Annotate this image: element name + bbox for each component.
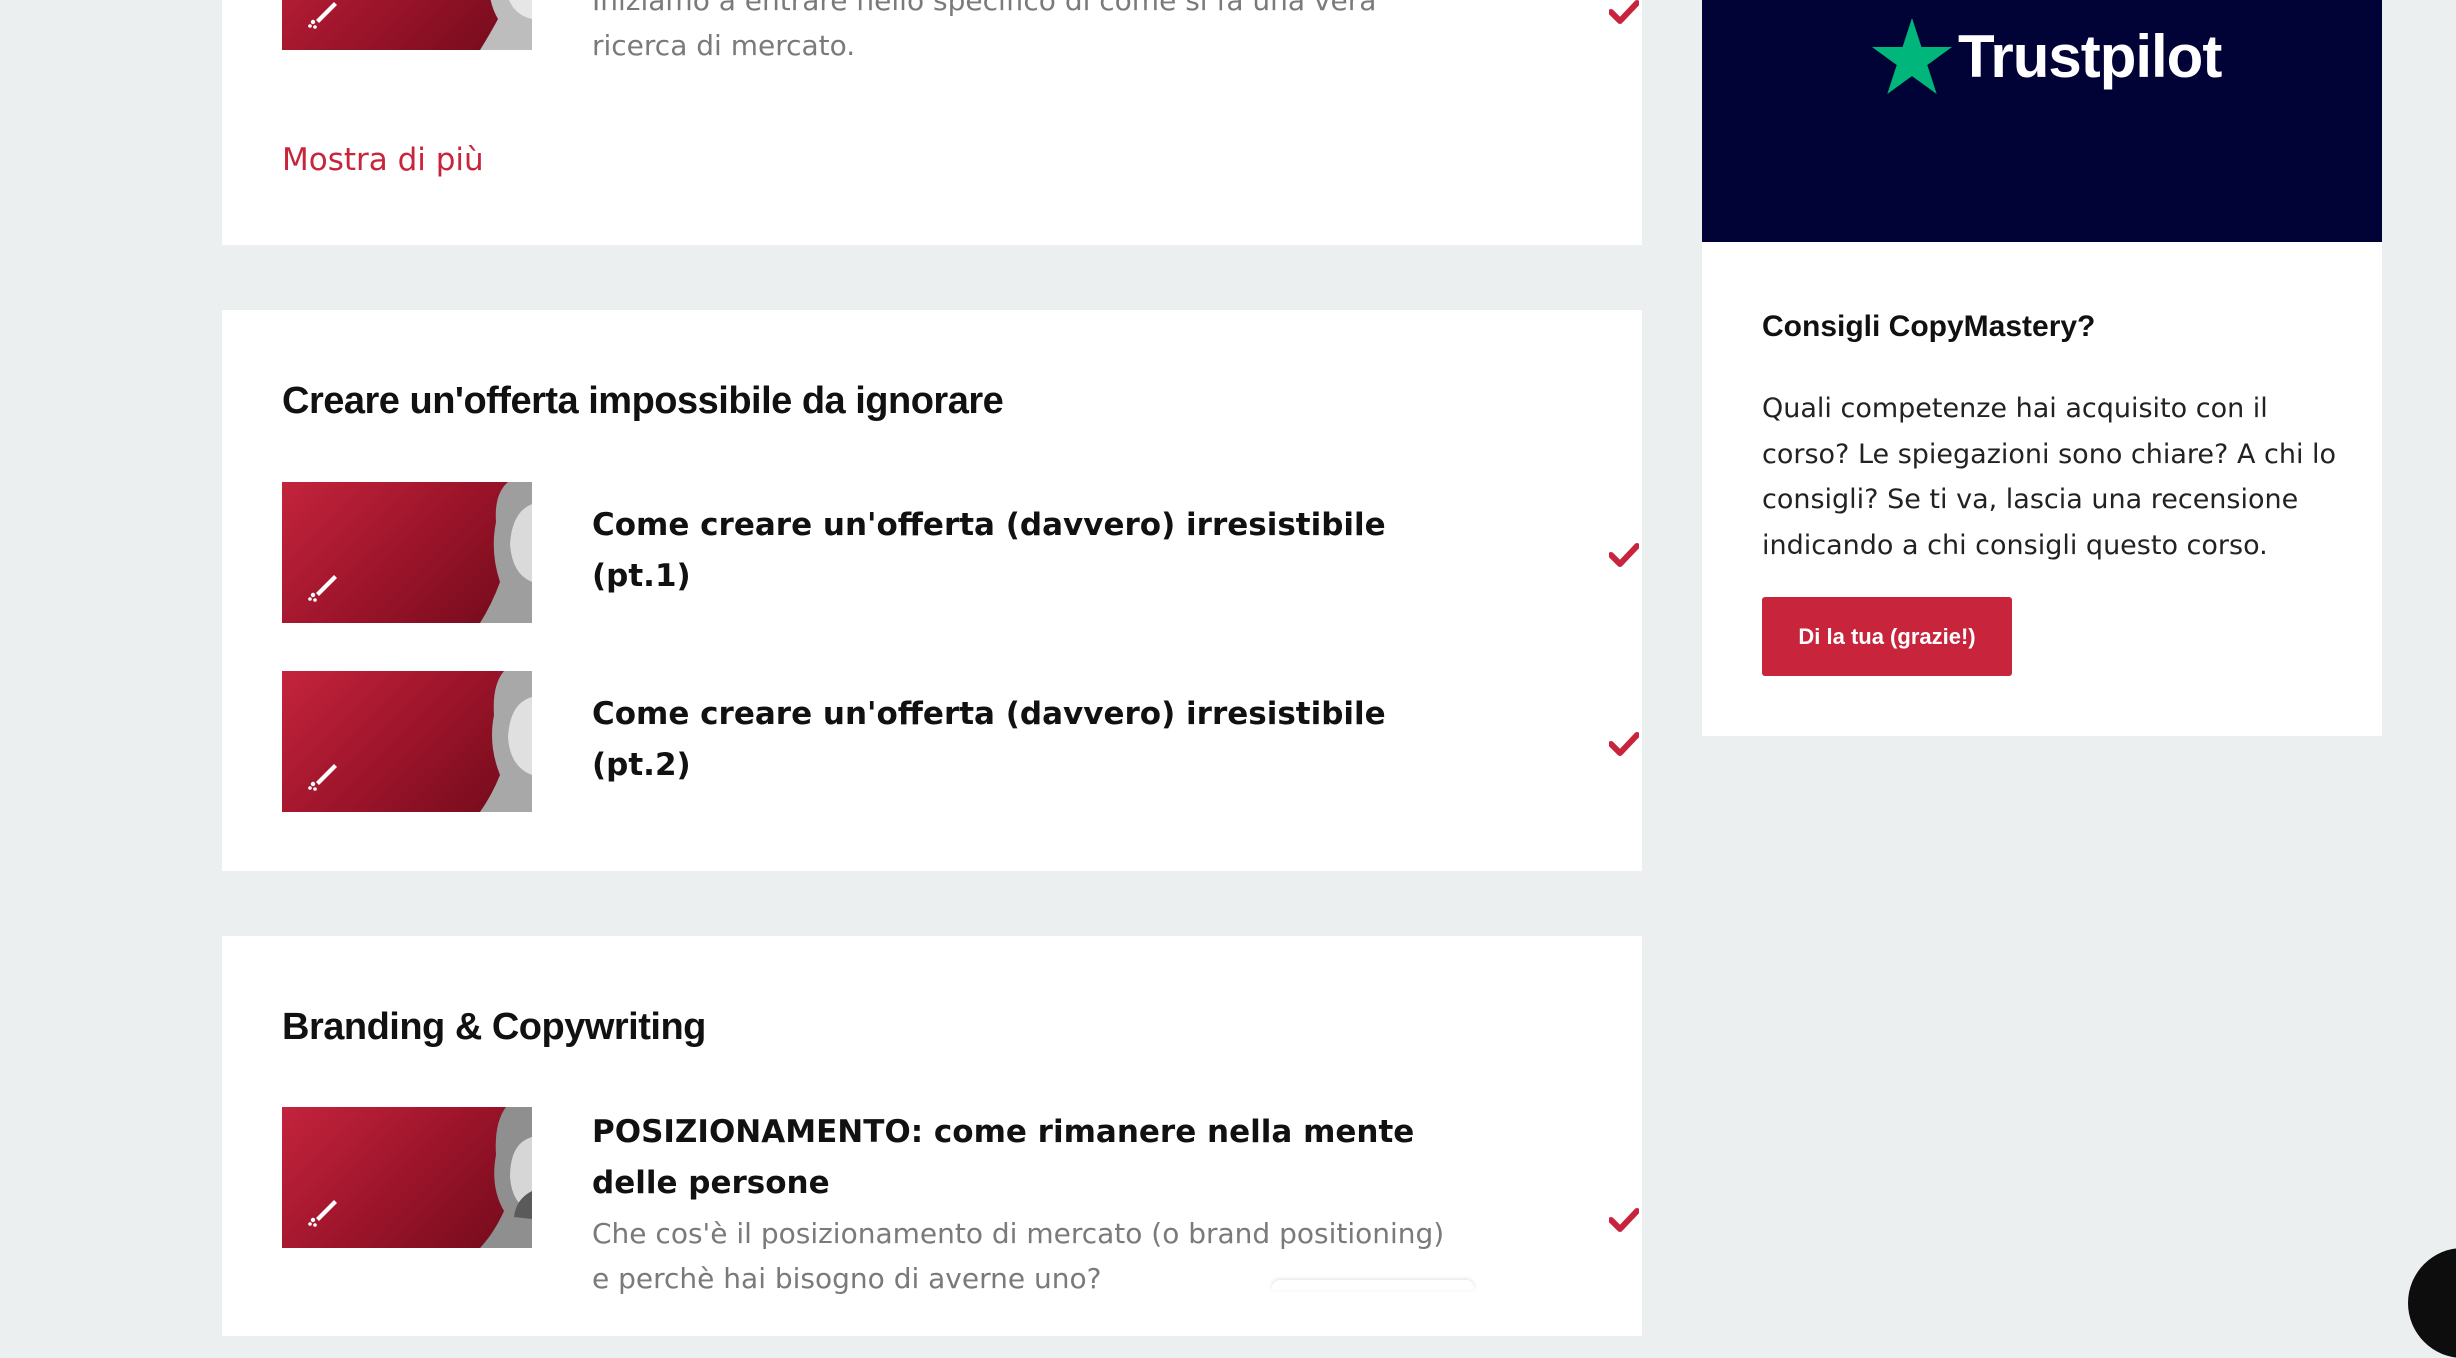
section-card-market-research: Iniziamo a entrare nello specifico di co… xyxy=(222,0,1642,245)
star-icon xyxy=(1872,18,1952,94)
trustpilot-wordmark: Trustpilot xyxy=(1958,22,2222,90)
lesson-item[interactable]: Come creare un'offerta (davvero) irresis… xyxy=(282,671,1639,812)
section-card-branding: Branding & Copywriting POSIZIONAMENTO: c… xyxy=(222,936,1642,1336)
review-prompt-card: Consigli CopyMastery? Quali competenze h… xyxy=(1702,242,2382,736)
instructor-portrait xyxy=(480,482,532,623)
quill-icon xyxy=(308,2,337,29)
check-icon xyxy=(1609,732,1639,756)
instructor-portrait xyxy=(480,1107,532,1248)
quill-icon xyxy=(308,575,337,602)
lesson-title[interactable]: POSIZIONAMENTO: come rimanere nella ment… xyxy=(592,1107,1422,1209)
section-title: Branding & Copywriting xyxy=(282,1006,706,1048)
show-more-link[interactable]: Mostra di più xyxy=(282,142,484,178)
quill-icon xyxy=(308,1200,337,1227)
check-icon xyxy=(1609,1208,1639,1232)
section-card-offer: Creare un'offerta impossibile da ignorar… xyxy=(222,310,1642,871)
lesson-title[interactable]: Come creare un'offerta (davvero) irresis… xyxy=(592,500,1422,602)
lesson-thumbnail[interactable] xyxy=(282,482,532,623)
lesson-item[interactable]: Iniziamo a entrare nello specifico di co… xyxy=(282,0,1639,62)
review-heading: Consigli CopyMastery? xyxy=(1762,310,2096,343)
lesson-thumbnail[interactable] xyxy=(282,1107,532,1248)
instructor-portrait xyxy=(480,0,532,50)
lesson-thumbnail[interactable] xyxy=(282,671,532,812)
instructor-portrait xyxy=(480,671,532,812)
floating-tab[interactable] xyxy=(1272,1280,1474,1290)
floating-action-button[interactable] xyxy=(2408,1248,2456,1358)
trustpilot-banner[interactable]: Trustpilot xyxy=(1702,0,2382,242)
lesson-thumbnail[interactable] xyxy=(282,0,532,50)
lesson-item[interactable]: POSIZIONAMENTO: come rimanere nella ment… xyxy=(282,1107,1639,1327)
lesson-title[interactable]: Come creare un'offerta (davvero) irresis… xyxy=(592,689,1422,791)
check-icon xyxy=(1609,0,1639,24)
check-icon xyxy=(1609,543,1639,567)
leave-review-button[interactable]: Di la tua (grazie!) xyxy=(1762,597,2012,676)
review-text: Quali competenze hai acquisito con il co… xyxy=(1762,393,2337,561)
section-title: Creare un'offerta impossibile da ignorar… xyxy=(282,380,1004,422)
trustpilot-logo[interactable]: Trustpilot xyxy=(1872,14,2222,98)
lesson-description: Iniziamo a entrare nello specifico di co… xyxy=(592,0,1377,62)
quill-icon xyxy=(308,764,337,791)
lesson-item[interactable]: Come creare un'offerta (davvero) irresis… xyxy=(282,482,1639,623)
